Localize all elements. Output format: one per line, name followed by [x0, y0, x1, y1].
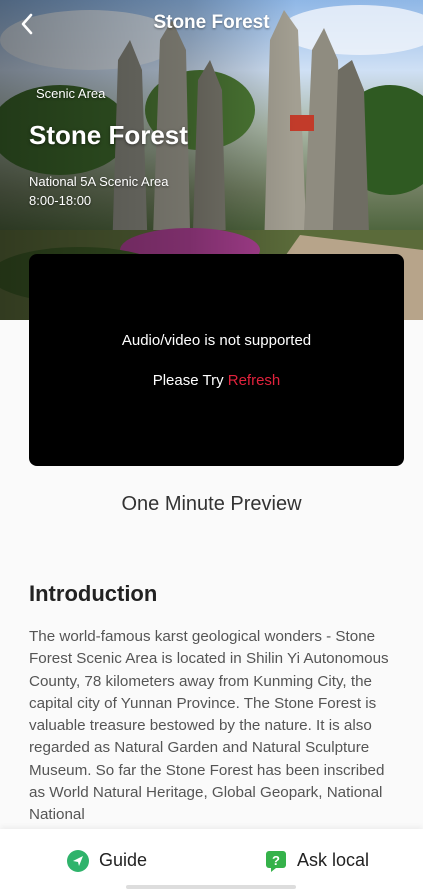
rating-label: National 5A Scenic Area	[29, 174, 169, 189]
ask-local-label: Ask local	[297, 850, 370, 870]
guide-label: Guide	[99, 850, 148, 870]
question-bubble-icon: ?	[266, 850, 286, 872]
attraction-title: Stone Forest	[29, 120, 188, 150]
refresh-link[interactable]: Refresh	[228, 372, 281, 389]
video-error-message: Audio/video is not supported	[121, 332, 312, 349]
preview-label: One Minute Preview	[121, 493, 302, 515]
category-label: Scenic Area	[36, 86, 106, 101]
retry-prefix: Please Try	[152, 372, 228, 389]
page-title: Stone Forest	[153, 12, 270, 33]
video-retry-line: Please Try Refresh	[29, 372, 404, 389]
svg-text:?: ?	[272, 853, 280, 868]
home-indicator	[126, 885, 296, 889]
ask-local-button[interactable]: ? Ask local	[265, 829, 369, 892]
opening-hours: 8:00-18:00	[29, 193, 92, 208]
intro-text: The world-famous karst geological wonder…	[29, 628, 389, 824]
navigation-arrow-icon	[67, 849, 89, 872]
bottom-bar: Guide ? Ask local	[0, 829, 423, 892]
guide-button[interactable]: Guide	[67, 829, 147, 892]
video-player[interactable]: Audio/video is not supported Please Try …	[29, 254, 404, 466]
intro-heading: Introduction	[29, 581, 158, 606]
